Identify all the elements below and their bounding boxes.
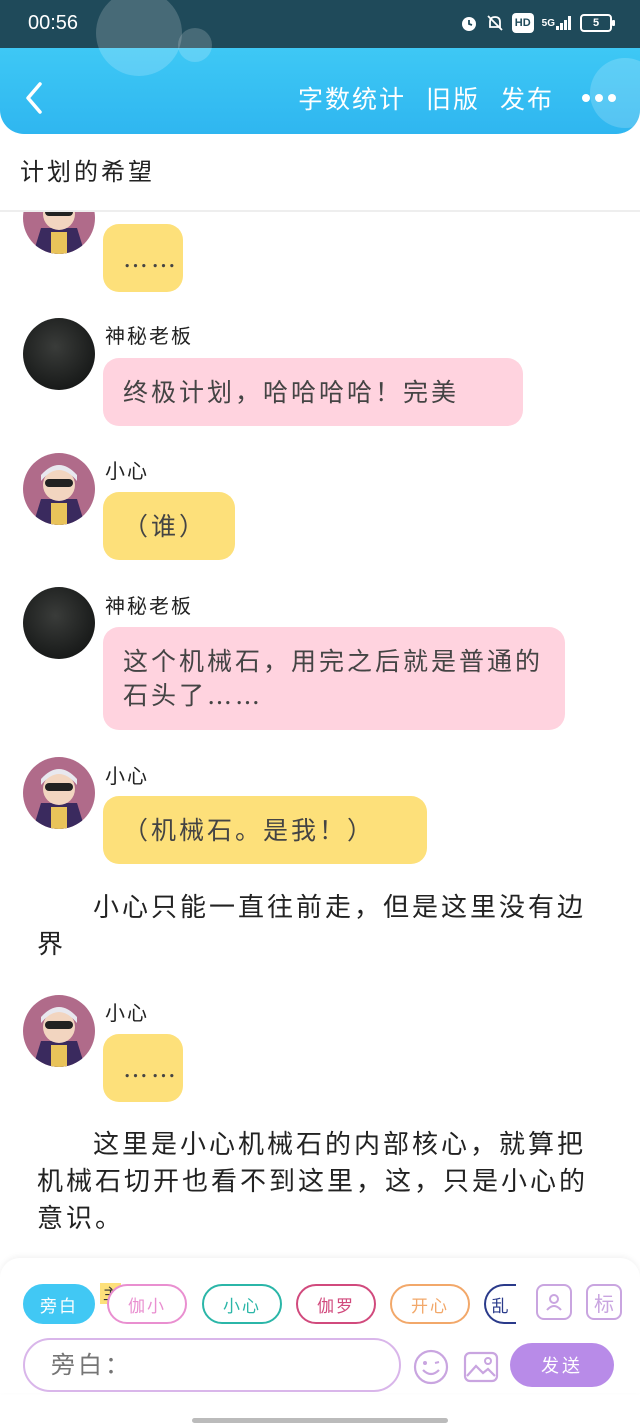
top-bar: 00:56 HD 5G 5 字数统计 旧版 发布 bbox=[0, 0, 640, 134]
back-button[interactable] bbox=[22, 80, 46, 116]
speaker-name: 小心 bbox=[105, 459, 149, 483]
speaker-name: 神秘老板 bbox=[105, 594, 193, 618]
character-manage-button[interactable] bbox=[536, 1284, 572, 1320]
speaker-name: 小心 bbox=[105, 764, 149, 788]
status-bar: 00:56 HD 5G 5 bbox=[0, 0, 640, 48]
avatar-boss[interactable] bbox=[23, 587, 95, 659]
home-indicator[interactable] bbox=[192, 1418, 448, 1423]
avatar-xiaoxin[interactable] bbox=[23, 453, 95, 525]
avatar-xiaoxin[interactable] bbox=[23, 212, 95, 254]
message-bubble[interactable]: …… bbox=[103, 224, 183, 292]
signal-icon: 5G bbox=[542, 13, 572, 33]
chevron-left-icon bbox=[26, 82, 42, 114]
role-chip-narrator[interactable]: 旁白 bbox=[23, 1284, 95, 1324]
alarm-icon bbox=[460, 13, 478, 33]
message-bubble[interactable]: （机械石。是我！） bbox=[103, 796, 427, 864]
mute-icon bbox=[486, 13, 504, 33]
image-icon[interactable] bbox=[462, 1348, 500, 1386]
role-chip-jiaxiao[interactable]: 伽小 bbox=[107, 1284, 187, 1324]
message-bubble[interactable]: 这个机械石，用完之后就是普通的石头了…… bbox=[103, 627, 565, 730]
narration-text[interactable]: 这里是小心机械石的内部核心，就算把机械石切开也看不到这里，这，只是小心的意识。 bbox=[37, 1127, 607, 1238]
status-icons: HD 5G 5 bbox=[460, 13, 615, 33]
word-count-button[interactable]: 字数统计 bbox=[298, 80, 406, 116]
network-label: 5G bbox=[541, 17, 555, 29]
avatar-xiaoxin[interactable] bbox=[23, 757, 95, 829]
message-bubble[interactable]: 终极计划，哈哈哈哈！完美 bbox=[103, 358, 523, 426]
role-chip-jialuo[interactable]: 伽罗 bbox=[296, 1284, 376, 1324]
message-bubble[interactable]: （谁） bbox=[103, 492, 235, 560]
message-input[interactable] bbox=[23, 1338, 401, 1392]
emoji-icon[interactable] bbox=[412, 1348, 450, 1386]
speaker-name: 神秘老板 bbox=[105, 324, 193, 348]
status-time: 00:56 bbox=[28, 12, 79, 34]
header-actions: 字数统计 旧版 发布 bbox=[298, 80, 616, 116]
person-icon bbox=[546, 1294, 562, 1311]
battery-icon: 5 bbox=[580, 14, 615, 32]
narration-text[interactable]: 小心只能一直往前走，但是这里没有边界 bbox=[37, 890, 607, 964]
message-bubble[interactable]: …… bbox=[103, 1034, 183, 1102]
publish-button[interactable]: 发布 bbox=[500, 80, 554, 116]
chat-area[interactable]: …… 神秘老板 终极计划，哈哈哈哈！完美 小心 （谁） 神秘老板 这个机械石，用… bbox=[0, 212, 640, 1258]
avatar-xiaoxin[interactable] bbox=[23, 995, 95, 1067]
more-icon[interactable] bbox=[582, 94, 616, 102]
composer-panel: 旁白 主 伽小 小心 伽罗 开心 乱 标 发送 bbox=[0, 1258, 640, 1393]
tag-button[interactable]: 标 bbox=[586, 1284, 622, 1320]
role-chip-kaixin[interactable]: 开心 bbox=[390, 1284, 470, 1324]
send-button[interactable]: 发送 bbox=[510, 1343, 614, 1387]
role-chip-xiaoxin[interactable]: 小心 bbox=[202, 1284, 282, 1324]
role-chip-partial[interactable]: 乱 bbox=[484, 1284, 516, 1324]
hd-icon: HD bbox=[511, 13, 534, 33]
avatar-boss[interactable] bbox=[23, 318, 95, 390]
speaker-name: 小心 bbox=[105, 1001, 149, 1025]
old-version-button[interactable]: 旧版 bbox=[426, 80, 480, 116]
page-title[interactable]: 计划的希望 bbox=[20, 152, 155, 187]
